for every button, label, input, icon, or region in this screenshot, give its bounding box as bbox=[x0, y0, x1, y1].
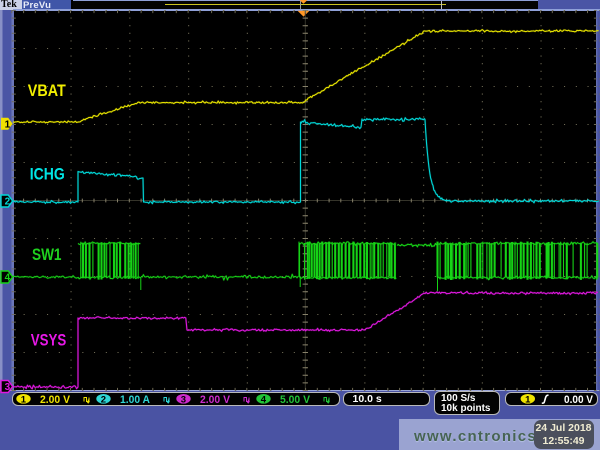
svg-text:2.00 V: 2.00 V bbox=[200, 394, 231, 406]
svg-text:2: 2 bbox=[101, 394, 106, 405]
svg-text:1: 1 bbox=[525, 394, 531, 405]
svg-text:2.00 V: 2.00 V bbox=[40, 394, 71, 406]
svg-text:1.00 A: 1.00 A bbox=[120, 394, 150, 406]
svg-text:3: 3 bbox=[181, 394, 186, 405]
svg-text:1: 1 bbox=[21, 394, 27, 405]
svg-text:5.00 V: 5.00 V bbox=[280, 394, 311, 406]
svg-text:0.00 V: 0.00 V bbox=[564, 394, 594, 406]
svg-text:4: 4 bbox=[261, 394, 267, 405]
